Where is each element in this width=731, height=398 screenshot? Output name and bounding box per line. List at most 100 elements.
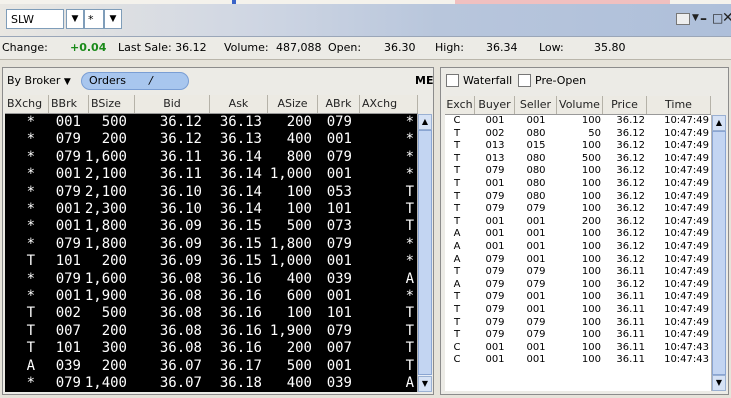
time-and-sales-row[interactable]: T 002 080 50 36.12 10:47:49 [445,128,711,141]
order-book-row[interactable]: T 002 500 36.08 36.16 100 101 T [5,305,418,322]
time-and-sales-row[interactable]: C 001 001 100 36.11 10:47:43 [445,342,711,355]
order-book-row[interactable]: * 079 1,800 36.09 36.15 1,800 079 * [5,236,418,253]
time-and-sales-row[interactable]: A 079 079 100 36.12 10:47:49 [445,279,711,292]
arrow-up-icon[interactable]: ▲ [418,114,432,130]
order-book-scrollbar[interactable]: ▲ ▼ [417,114,432,392]
time-and-sales-row[interactable]: T 079 001 100 36.11 10:47:49 [445,291,711,304]
col-bid[interactable]: Bid [135,95,210,113]
order-book-cell: 2,300 [84,201,127,217]
order-book-cell: 36.16 [219,322,262,339]
time-and-sales-row[interactable]: T 079 080 100 36.12 10:47:49 [445,165,711,178]
time-and-sales-row[interactable]: T 013 015 100 36.12 10:47:49 [445,140,711,153]
order-book-cell: 101 [55,253,81,270]
order-book-row[interactable]: T 101 200 36.09 36.15 1,000 001 * [5,253,418,270]
order-book-row[interactable]: * 001 1,900 36.08 36.16 600 001 * [5,288,418,305]
order-book-scroll-thumb[interactable] [418,130,432,375]
order-book-row[interactable]: A 039 200 36.07 36.17 500 001 T [5,358,418,375]
col-axchg[interactable]: AXchg [360,95,418,113]
order-book-row[interactable]: * 079 1,600 36.11 36.14 800 079 * [5,149,418,166]
layout-dropdown-icon[interactable]: ▼ [692,13,699,23]
order-book-row[interactable]: * 001 1,800 36.09 36.15 500 073 T [5,218,418,235]
time-and-sales-row[interactable]: C 001 001 100 36.11 10:47:43 [445,354,711,367]
time-and-sales-scroll-thumb[interactable] [712,131,726,375]
time-and-sales-cell: 10:47:49 [664,190,709,202]
time-and-sales-row[interactable]: T 079 079 100 36.11 10:47:49 [445,317,711,330]
col-volume[interactable]: Volume [557,96,603,114]
order-book-row[interactable]: T 007 200 36.08 36.16 1,900 079 T [5,323,418,340]
time-and-sales-cell: 36.12 [616,278,645,290]
order-book-row[interactable]: * 079 1,600 36.08 36.16 400 039 A [5,271,418,288]
order-book-row[interactable]: T 101 300 36.08 36.16 200 007 T [5,340,418,357]
order-book-cell: 500 [101,114,127,130]
col-bbrk[interactable]: BBrk [49,95,89,113]
order-book-cell: 200 [286,114,312,130]
time-and-sales-cell: T [453,291,461,303]
time-and-sales-cell: 079 [526,203,546,215]
arrow-up-icon[interactable]: ▲ [712,115,726,131]
time-and-sales-row[interactable]: T 079 079 100 36.12 10:47:49 [445,203,711,216]
waterfall-checkbox[interactable] [446,74,459,87]
symbol-dropdown-button[interactable]: ▼ [66,9,84,29]
order-book-cell: 1,400 [84,375,127,391]
open-value: 36.30 [384,41,416,54]
order-book-cell: 300 [101,340,127,357]
order-book-cell: T [405,340,414,357]
order-book-row[interactable]: * 001 500 36.12 36.13 200 079 * [5,114,418,131]
order-book-row[interactable]: * 001 2,100 36.11 36.14 1,000 001 * [5,166,418,183]
by-broker-select[interactable]: By Broker ▼ [7,72,71,91]
order-book-cell: 001 [55,201,81,217]
time-and-sales-row[interactable]: T 079 001 100 36.11 10:47:49 [445,304,711,317]
order-book-cell: 001 [326,253,352,270]
col-exch[interactable]: Exch [445,96,475,114]
slash-tab[interactable]: / [149,72,153,90]
time-and-sales-row[interactable]: T 001 001 200 36.12 10:47:49 [445,216,711,229]
time-and-sales-cell: T [453,304,461,315]
time-and-sales-row[interactable]: T 001 080 100 36.12 10:47:49 [445,178,711,191]
order-book-cell: 36.13 [219,131,262,148]
exchange-filter-input[interactable]: * [84,9,104,29]
time-and-sales-row[interactable]: A 079 001 100 36.12 10:47:49 [445,254,711,267]
col-buyer[interactable]: Buyer [475,96,515,114]
col-ask[interactable]: Ask [210,95,268,113]
col-asize[interactable]: ASize [268,95,318,113]
col-price[interactable]: Price [603,96,647,114]
me-label[interactable]: ME [415,72,433,90]
time-and-sales-cell: 36.11 [616,266,645,278]
preopen-checkbox[interactable] [518,74,531,87]
col-bsize[interactable]: BSize [89,95,135,113]
exchange-dropdown-button[interactable]: ▼ [104,9,122,29]
time-and-sales-row[interactable]: T 013 080 500 36.12 10:47:49 [445,153,711,166]
time-and-sales-row[interactable]: A 001 001 100 36.12 10:47:49 [445,228,711,241]
time-and-sales-cell: 36.11 [616,316,645,328]
time-and-sales-row[interactable]: T 079 080 100 36.12 10:47:49 [445,191,711,204]
col-seller[interactable]: Seller [515,96,557,114]
time-and-sales-row[interactable]: T 079 079 100 36.11 10:47:49 [445,329,711,342]
time-and-sales-row[interactable]: C 001 001 100 36.12 10:47:49 [445,115,711,128]
col-abrk[interactable]: ABrk [318,95,360,113]
col-time[interactable]: Time [647,96,711,114]
order-book-cell: 001 [55,288,81,304]
time-and-sales-cell: 100 [581,178,601,189]
minimize-icon[interactable]: – [700,11,707,27]
arrow-down-icon[interactable]: ▼ [418,376,432,392]
symbol-input[interactable]: SLW [6,9,64,29]
order-book-cell: T [26,322,35,339]
open-label: Open: [328,41,362,54]
order-book-cell: * [26,270,35,287]
orders-tab[interactable]: Orders [89,72,126,90]
time-and-sales-cell: 079 [485,304,505,315]
layout-icon[interactable] [676,13,690,25]
col-bxchg[interactable]: BXchg [5,95,49,113]
order-book-cell: 36.16 [219,288,262,304]
arrow-down-icon[interactable]: ▼ [712,375,726,391]
order-book-row[interactable]: * 079 200 36.12 36.13 400 001 * [5,131,418,148]
time-and-sales-scrollbar[interactable]: ▲ ▼ [711,115,726,391]
close-icon[interactable]: ✕ [722,10,731,26]
time-and-sales-row[interactable]: T 079 079 100 36.11 10:47:49 [445,266,711,279]
order-book-row[interactable]: * 079 1,400 36.07 36.18 400 039 A [5,375,418,392]
time-and-sales-cell: 001 [526,215,546,227]
time-and-sales-row[interactable]: A 001 001 100 36.12 10:47:49 [445,241,711,254]
order-book-row[interactable]: * 079 2,100 36.10 36.14 100 053 T [5,184,418,201]
order-book-cell: 200 [101,253,127,270]
order-book-row[interactable]: * 001 2,300 36.10 36.14 100 101 T [5,201,418,218]
